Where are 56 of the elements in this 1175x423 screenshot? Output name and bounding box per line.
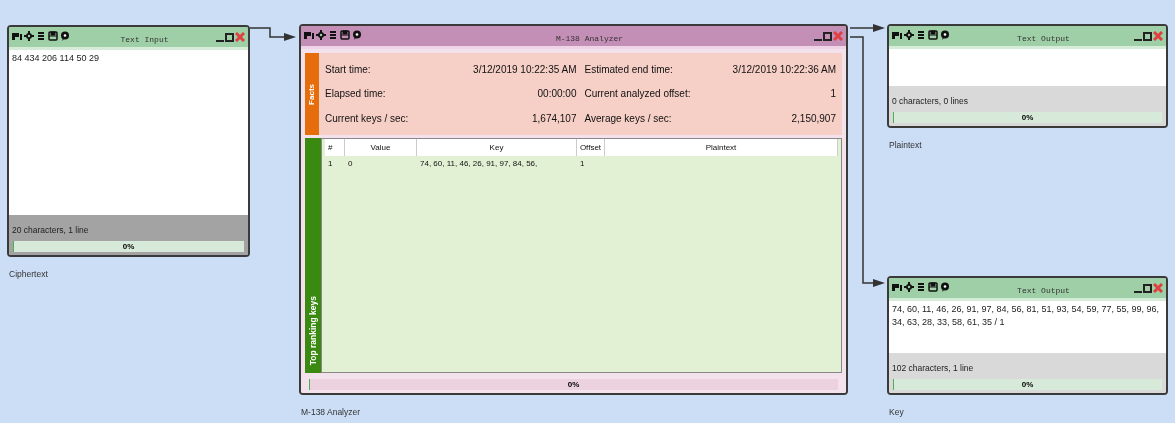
status-text: 20 characters, 1 line <box>12 225 89 235</box>
status-text: 102 characters, 1 line <box>892 363 974 373</box>
table-cell: 0 <box>348 159 353 168</box>
window-caption: Plaintext <box>889 140 922 150</box>
fact-value: 2,150,907 <box>791 112 836 127</box>
help-icon[interactable] <box>940 30 950 40</box>
list-icon[interactable] <box>328 30 338 40</box>
window-title: Text Output <box>1017 34 1070 43</box>
gear-icon[interactable] <box>24 31 34 41</box>
fact-label: Estimated end time: <box>584 62 673 77</box>
column-header[interactable]: Key <box>417 139 577 156</box>
maximize-icon[interactable] <box>823 31 832 41</box>
column-header[interactable]: # <box>325 139 345 156</box>
help-icon[interactable] <box>60 31 70 41</box>
fact-label: Elapsed time: <box>325 87 386 102</box>
help-icon[interactable] <box>940 282 950 292</box>
window-caption: Key <box>889 407 904 417</box>
status-text: 0 characters, 0 lines <box>892 96 969 106</box>
window-caption: Ciphertext <box>9 269 48 279</box>
list-icon[interactable] <box>916 30 926 40</box>
progress-label: 0% <box>122 241 135 252</box>
gear-icon[interactable] <box>904 30 914 40</box>
fact-value: 3/12/2019 10:22:36 AM <box>732 62 836 77</box>
table-cell: 1 <box>328 159 333 168</box>
fact-value: 00:00:00 <box>537 87 577 102</box>
table-cell: 1 <box>580 159 585 168</box>
window-caption: M-138 Analyzer <box>301 407 361 417</box>
fact-label: Average keys / sec: <box>584 112 672 127</box>
window-title: Text Output <box>1017 286 1070 295</box>
column-header[interactable]: Value <box>345 139 417 156</box>
column-header[interactable]: Plaintext <box>605 139 838 156</box>
maximize-icon[interactable] <box>225 32 234 42</box>
progress-label: 0% <box>1021 379 1034 390</box>
text-content: 84 434 206 114 50 29 <box>12 53 99 63</box>
text-content: 74, 60, 11, 46, 26, 91, 97, 84, 56, 81, 51, 93, 54, 59, 77, 55, 99, 96, 34, 63, 28, 33, 58, 61, 35 / 1 <box>892 304 1160 327</box>
progress-label: 0% <box>567 379 580 390</box>
help-icon[interactable] <box>352 30 362 40</box>
maximize-icon[interactable] <box>1143 31 1152 41</box>
fact-label: Current analyzed offset: <box>584 87 691 102</box>
maximize-icon[interactable] <box>1143 283 1152 293</box>
fact-label: Start time: <box>325 62 371 77</box>
list-icon[interactable] <box>36 31 46 41</box>
column-header[interactable]: Offset <box>577 139 605 156</box>
connector <box>849 24 885 32</box>
window-title: Text Input <box>120 35 169 44</box>
top-keys-tab[interactable]: Top ranking keys <box>305 138 321 373</box>
fact-label: Current keys / sec: <box>325 112 409 127</box>
fact-value: 3/12/2019 10:22:35 AM <box>473 62 577 77</box>
progress-label: 0% <box>1021 112 1034 123</box>
fact-value: 1 <box>830 87 836 102</box>
fact-value: 1,674,107 <box>532 112 577 127</box>
table-cell: 74, 60, 11, 46, 26, 91, 97, 84, 56, <box>420 159 538 168</box>
list-icon[interactable] <box>916 282 926 292</box>
window-title: M-138 Analyzer <box>555 34 624 43</box>
gear-icon[interactable] <box>904 282 914 292</box>
gear-icon[interactable] <box>316 30 326 40</box>
